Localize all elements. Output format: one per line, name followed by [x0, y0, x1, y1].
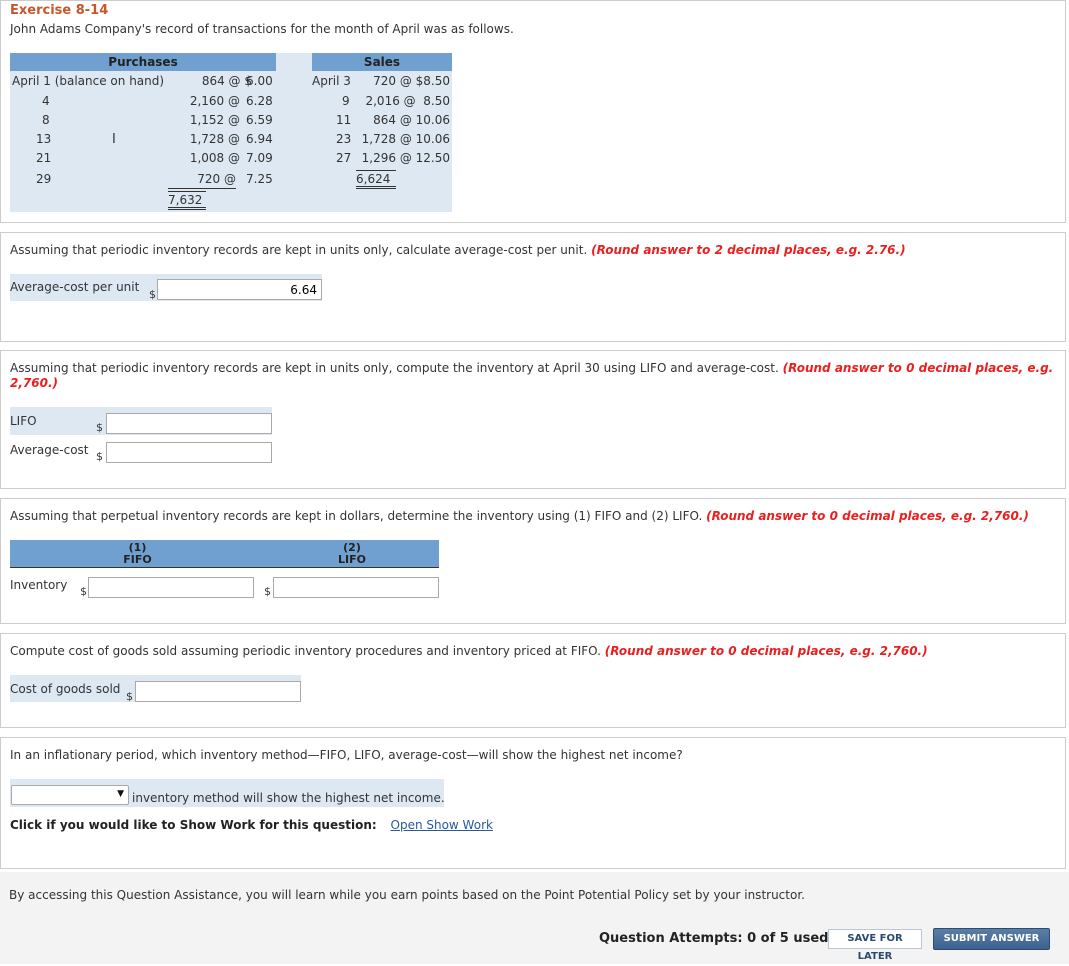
save-for-later-button[interactable]: SAVE FOR LATER — [828, 929, 922, 962]
purchase-price: 6.00 — [246, 74, 273, 88]
show-work-row: Click if you would like to Show Work for… — [10, 818, 493, 832]
question-inflation-panel: In an inflationary period, which invento… — [0, 737, 1066, 869]
purchase-price: 7.09 — [246, 151, 273, 165]
column-name: LIFO — [338, 553, 366, 566]
purchase-date: 21 — [36, 151, 52, 165]
sales-header: Sales — [312, 53, 452, 71]
lifo-inventory-input[interactable] — [273, 577, 439, 598]
attempts-text: Question Attempts: 0 of 5 used — [599, 931, 829, 946]
sale-value: 1,296 @ 12.50 — [361, 151, 450, 165]
purchase-units: 2,160 @ — [189, 94, 240, 108]
currency-symbol: $ — [96, 421, 103, 434]
sale-value: 2,016 @ 8.50 — [365, 94, 450, 108]
cogs-label: Cost of goods sold — [10, 682, 121, 696]
exercise-panel: Exercise 8-14 John Adams Company's recor… — [0, 0, 1066, 223]
sale-date: 11 — [336, 113, 352, 127]
purchases-header: Purchases — [10, 53, 276, 71]
currency-symbol: $ — [96, 450, 103, 463]
currency-symbol: $ — [149, 288, 156, 301]
average-cost-label: Average-cost — [10, 443, 89, 457]
open-show-work-link[interactable]: Open Show Work — [391, 818, 493, 832]
question-text: Assuming that perpetual inventory record… — [10, 509, 703, 523]
sale-date: April 3 — [312, 74, 351, 88]
lifo-input[interactable] — [106, 413, 272, 434]
sale-value: 1,728 @ 10.06 — [361, 132, 450, 146]
rounding-hint: (Round answer to 0 decimal places, e.g. … — [706, 509, 1029, 523]
fifo-inventory-input[interactable] — [88, 577, 254, 598]
question-average-cost-panel: Assuming that periodic inventory records… — [0, 232, 1066, 342]
question-perpetual-inventory-panel: Assuming that perpetual inventory record… — [0, 498, 1066, 624]
purchase-units: 1,728 @ — [189, 132, 240, 146]
currency-symbol: $ — [80, 585, 87, 598]
question-text: Assuming that periodic inventory records… — [10, 243, 588, 257]
fifo-column-header: (1) FIFO — [10, 540, 265, 568]
purchase-date: 4 — [42, 94, 50, 108]
average-cost-input[interactable] — [157, 279, 322, 300]
purchase-units: 1,152 @ — [189, 113, 240, 127]
question-periodic-inventory-panel: Assuming that periodic inventory records… — [0, 350, 1066, 489]
exercise-intro: John Adams Company's record of transacti… — [10, 22, 514, 36]
purchase-date: 13 — [36, 132, 52, 146]
lifo-column-header: (2) LIFO — [265, 540, 439, 568]
question-text: Compute cost of goods sold assuming peri… — [10, 644, 601, 658]
purchase-price: 6.59 — [246, 113, 273, 127]
sale-value: 720 @ $8.50 — [373, 74, 450, 88]
purchase-price: 6.28 — [246, 94, 273, 108]
question-prompt: Compute cost of goods sold assuming peri… — [10, 644, 928, 658]
inventory-label: Inventory — [10, 578, 68, 592]
method-select[interactable]: ▼ — [11, 785, 129, 805]
lifo-label: LIFO — [10, 414, 37, 428]
answer-suffix: inventory method will show the highest n… — [132, 791, 445, 805]
purchase-units: 720 @ — [168, 172, 236, 189]
rounding-hint: (Round answer to 0 decimal places, e.g. — [782, 361, 1054, 375]
sale-date: 27 — [336, 151, 352, 165]
text-cursor-icon: I — [112, 132, 116, 147]
purchase-price: 6.94 — [246, 132, 273, 146]
purchase-date: April 1 (balance on hand) — [12, 74, 165, 88]
sale-value: 864 @ 10.06 — [373, 113, 450, 127]
currency-symbol: $ — [264, 585, 271, 598]
show-work-label: Click if you would like to Show Work for… — [10, 818, 377, 832]
purchase-date: 8 — [42, 113, 50, 127]
purchases-total: 7,632 — [168, 191, 206, 210]
chevron-down-icon: ▼ — [117, 789, 124, 799]
purchase-units: 1,008 @ — [189, 151, 240, 165]
average-cost-label: Average-cost per unit — [10, 280, 140, 294]
purchase-units: 864 @ $ — [201, 74, 252, 88]
cogs-input[interactable] — [135, 681, 301, 702]
purchase-date: 29 — [36, 172, 52, 186]
question-prompt: Assuming that periodic inventory records… — [10, 361, 1055, 391]
rounding-hint: (Round answer to 0 decimal places, e.g. … — [604, 644, 928, 658]
question-footer: By accessing this Question Assistance, y… — [0, 872, 1069, 964]
question-prompt: Assuming that periodic inventory records… — [10, 243, 906, 257]
rounding-hint-cont: 2,760.) — [10, 376, 58, 390]
exercise-title: Exercise 8-14 — [10, 3, 109, 18]
average-cost-inventory-input[interactable] — [106, 442, 272, 463]
purchase-price: 7.25 — [246, 172, 273, 186]
transactions-table: Purchases Sales April 1 (balance on hand… — [10, 53, 452, 212]
question-text: Assuming that periodic inventory records… — [10, 361, 779, 375]
submit-answer-button[interactable]: SUBMIT ANSWER — [933, 928, 1050, 950]
assistance-text: By accessing this Question Assistance, y… — [9, 888, 805, 902]
sale-date: 23 — [336, 132, 352, 146]
question-cogs-panel: Compute cost of goods sold assuming peri… — [0, 633, 1066, 728]
column-name: FIFO — [123, 553, 152, 566]
question-text: In an inflationary period, which invento… — [10, 748, 683, 762]
question-prompt: Assuming that perpetual inventory record… — [10, 509, 1029, 523]
sales-total: 6,624 — [356, 170, 396, 189]
currency-symbol: $ — [126, 690, 133, 703]
rounding-hint: (Round answer to 2 decimal places, e.g. … — [591, 243, 906, 257]
sale-date: 9 — [342, 94, 350, 108]
